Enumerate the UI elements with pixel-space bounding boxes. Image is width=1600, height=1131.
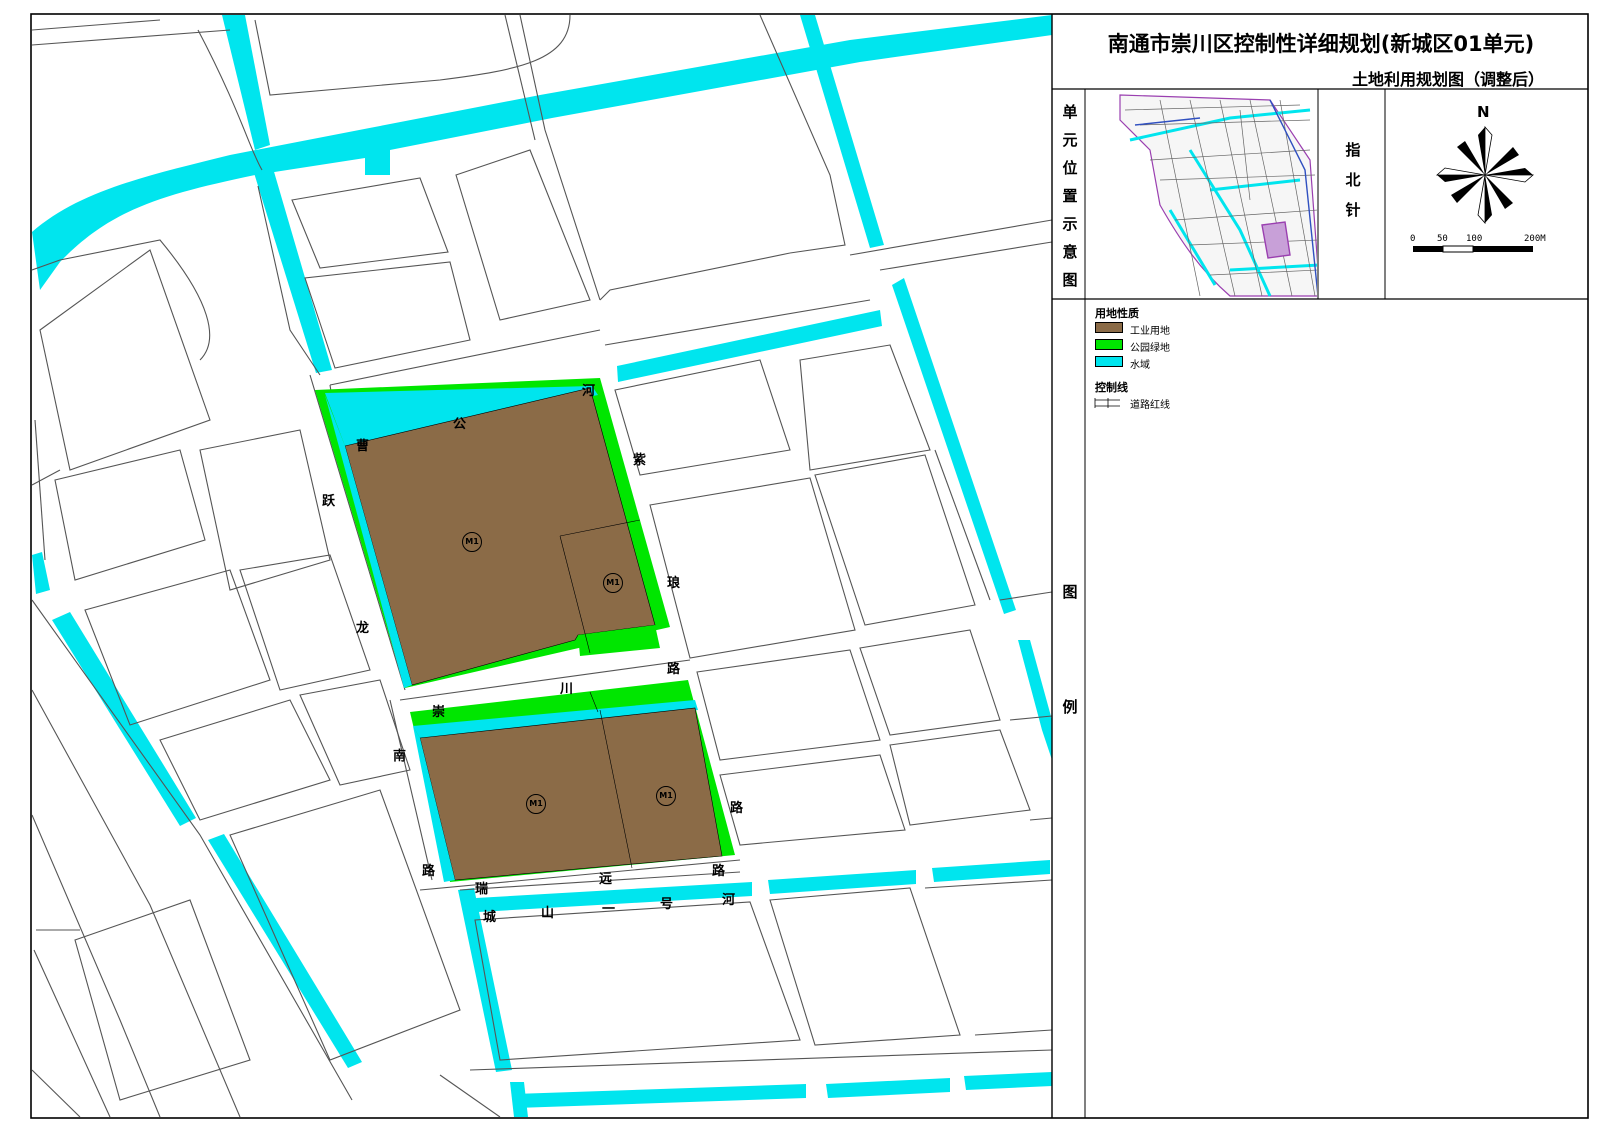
legend-side-label-char: 例 <box>1062 698 1078 716</box>
road-label-nan: 南 <box>393 749 407 764</box>
legend-label-green: 公园绿地 <box>1130 343 1170 354</box>
page-title: 南通市崇川区控制性详细规划(新城区01单元) <box>1107 32 1535 56</box>
road-label-he: 河 <box>722 893 736 908</box>
location-map-label-char: 意 <box>1062 243 1078 261</box>
legend-swatch-green <box>1095 339 1123 350</box>
road-label-yuan: 远 <box>599 872 613 887</box>
location-map-label-char: 示 <box>1062 215 1078 233</box>
road-label-zi: 紫 <box>633 453 647 468</box>
road-label-chuan: 川 <box>560 682 574 697</box>
road-label-long: 龙 <box>356 621 370 636</box>
road-label-lu: 路 <box>712 864 726 879</box>
road-label-chong: 崇 <box>432 705 446 720</box>
parcel-code-m1: M1 <box>656 786 676 806</box>
north-arrow-label-char: 北 <box>1345 171 1361 189</box>
legend-side-label: 图例 <box>1060 535 1080 765</box>
scale-tick-0: 0 <box>1410 234 1416 244</box>
location-map-label-char: 位 <box>1062 159 1078 177</box>
legend-landuse-title: 用地性质 <box>1095 307 1139 320</box>
location-map-label-char: 元 <box>1062 131 1078 149</box>
location-map-label-char: 置 <box>1062 187 1078 205</box>
road-label-gong: 公 <box>453 417 467 432</box>
road-label-yue: 跃 <box>322 494 336 509</box>
road-label-yi: 一 <box>602 902 616 917</box>
scale-tick-200m: 200M <box>1524 234 1546 244</box>
north-letter: N <box>1477 103 1490 121</box>
road-label-cheng: 城 <box>483 910 497 925</box>
location-map-label-char: 图 <box>1062 271 1078 289</box>
road-label-lang: 琅 <box>667 576 681 591</box>
legend-control-title: 控制线 <box>1095 381 1128 394</box>
location-map-label-char: 单 <box>1062 103 1078 121</box>
north-arrow-label-char: 指 <box>1345 141 1361 159</box>
legend-label-water: 水域 <box>1130 360 1150 371</box>
legend-side-label-char: 图 <box>1062 583 1078 601</box>
legend-swatch-industrial <box>1095 322 1123 333</box>
road-label-cao: 曹 <box>356 439 370 454</box>
page-subtitle: 土地利用规划图（调整后） <box>1351 70 1544 89</box>
scale-bar <box>1413 245 1533 253</box>
scale-tick-50: 50 <box>1437 234 1448 244</box>
road-label-shan: 山 <box>541 906 555 921</box>
legend-label-road-line: 道路红线 <box>1130 400 1170 411</box>
road-label-lu: 路 <box>667 662 681 677</box>
road-label-he: 河 <box>582 384 596 399</box>
location-map-label: 单元位置示意图 <box>1060 98 1080 294</box>
legend-swatch-water <box>1095 356 1123 367</box>
road-label-rui: 瑞 <box>475 882 489 897</box>
lower-development-block <box>410 680 735 882</box>
parcel-code-m1: M1 <box>526 794 546 814</box>
parcel-code-m1: M1 <box>603 573 623 593</box>
road-label-lu: 路 <box>422 864 436 879</box>
road-label-hao: 号 <box>660 897 674 912</box>
north-arrow-label: 指北针 <box>1343 135 1363 225</box>
parcel-code-m1: M1 <box>462 532 482 552</box>
scale-tick-100: 100 <box>1466 234 1483 244</box>
legend-label-industrial: 工业用地 <box>1130 326 1170 337</box>
road-label-lu-east: 路 <box>730 801 744 816</box>
north-arrow-label-char: 针 <box>1345 201 1361 219</box>
